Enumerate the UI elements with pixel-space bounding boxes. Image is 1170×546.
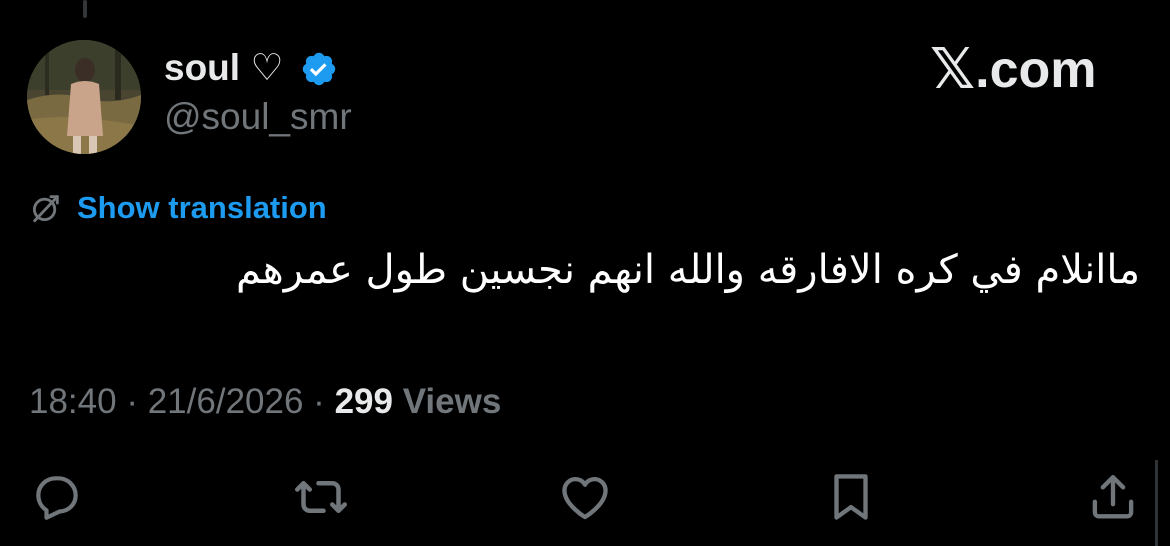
reply-button[interactable] [26, 466, 88, 528]
bookmark-button[interactable] [820, 466, 882, 528]
like-icon [562, 476, 608, 520]
brand-domain: .com [975, 41, 1097, 99]
tweet-date[interactable]: 21/6/2026 [148, 382, 304, 421]
bookmark-icon [834, 474, 868, 520]
views-count: 299 [334, 382, 393, 421]
tweet-time[interactable]: 18:40 [29, 382, 117, 421]
translate-icon [32, 195, 59, 223]
avatar[interactable] [27, 40, 141, 154]
action-bar [0, 466, 1170, 536]
share-button[interactable] [1082, 466, 1144, 528]
author-handle[interactable]: @soul_smr [164, 96, 352, 138]
reply-icon [36, 476, 78, 520]
x-logo-icon: 𝕏 [930, 37, 976, 102]
share-icon [1092, 475, 1134, 519]
like-button[interactable] [554, 466, 616, 528]
meta-separator: · [313, 382, 325, 421]
retweet-button[interactable] [290, 466, 352, 528]
meta-separator: · [126, 382, 138, 421]
panel-divider [1155, 460, 1158, 546]
author-display-name[interactable]: soul ♡ [164, 46, 284, 89]
show-translation-row[interactable]: Show translation [29, 190, 327, 226]
verified-badge-icon [302, 52, 336, 86]
x-com-watermark: 𝕏 .com [930, 40, 1097, 100]
thread-connector-line [83, 0, 87, 18]
tweet-text: ماانلام في كره الافارقه والله انهم نجسين… [236, 247, 1140, 293]
retweet-icon [295, 481, 347, 513]
avatar-image [27, 40, 141, 154]
tweet-metadata: 18:40 · 21/6/2026 · 299 Views [29, 382, 501, 422]
show-translation-link[interactable]: Show translation [77, 190, 327, 226]
views-label: Views [402, 382, 502, 421]
